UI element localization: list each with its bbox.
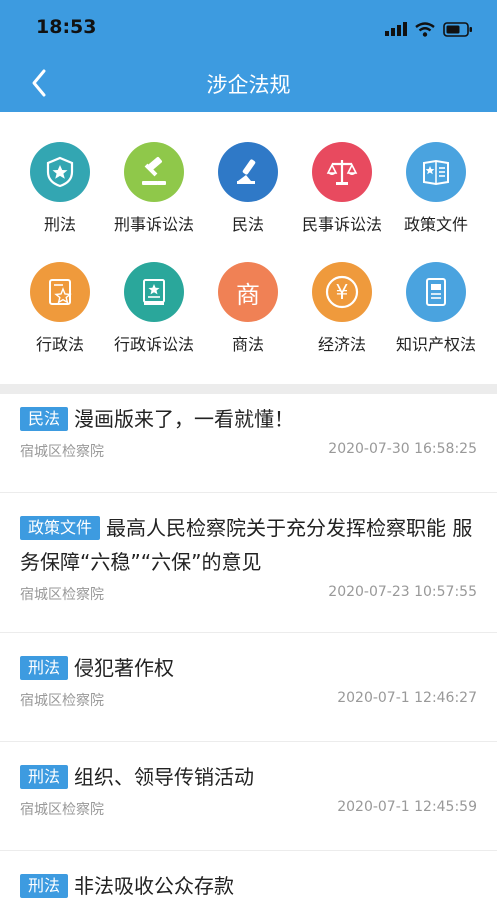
- yen-icon: ¥: [312, 262, 372, 322]
- article-source: 宿城区检察院: [20, 444, 104, 460]
- category-label: 刑事诉讼法: [113, 215, 194, 234]
- scales-icon: [312, 142, 372, 202]
- article-meta: 宿城区检察院 2020-07-23 10:57:55: [20, 584, 477, 604]
- book-star-icon: [124, 262, 184, 322]
- category-label: 知识产权法: [395, 335, 476, 354]
- list-item[interactable]: 刑法 非法吸收公众存款: [0, 851, 497, 911]
- category-tag: 刑法: [20, 656, 69, 680]
- article-title: 侵犯著作权: [74, 656, 175, 680]
- document-lines-icon: [406, 262, 466, 322]
- article-title-line: 民法 漫画版来了，一看就懂！: [20, 402, 477, 436]
- category-label: 政策文件: [403, 215, 468, 234]
- category-commercial-law[interactable]: 商 商法: [200, 262, 296, 355]
- category-civil-procedure[interactable]: 民事诉讼法: [294, 142, 390, 235]
- commerce-icon: 商: [218, 262, 278, 322]
- status-icons: [385, 19, 473, 39]
- wifi-icon: [415, 21, 435, 37]
- article-meta: 宿城区检察院 2020-07-1 12:46:27: [20, 690, 477, 710]
- list-item[interactable]: 刑法 侵犯著作权 宿城区检察院 2020-07-1 12:46:27: [0, 633, 497, 742]
- category-tag: 刑法: [20, 765, 69, 789]
- article-title-line: 刑法 组织、领导传销活动: [20, 760, 477, 794]
- article-title-line: 政策文件 最高人民检察院关于充分发挥检察职能 服务保障“六稳”“六保”的意见: [20, 511, 477, 579]
- article-source: 宿城区检察院: [20, 802, 104, 818]
- list-item[interactable]: 民法 漫画版来了，一看就懂！ 宿城区检察院 2020-07-30 16:58:25: [0, 394, 497, 493]
- category-label: 行政法: [35, 335, 84, 354]
- article-date: 2020-07-30 16:58:25: [328, 441, 477, 457]
- status-time: 18:53: [36, 16, 97, 38]
- article-title: 组织、领导传销活动: [74, 765, 255, 789]
- article-meta: 宿城区检察院 2020-07-1 12:45:59: [20, 799, 477, 819]
- article-source: 宿城区检察院: [20, 693, 104, 709]
- top-bar: 18:53 涉企法规: [0, 0, 497, 112]
- category-label: 刑法: [43, 215, 76, 234]
- stamp-icon: [218, 142, 278, 202]
- article-title: 非法吸收公众存款: [74, 874, 235, 898]
- signal-icon: [385, 22, 407, 36]
- category-label: 民事诉讼法: [301, 215, 382, 234]
- category-tag: 政策文件: [20, 516, 101, 540]
- category-intellectual-property[interactable]: 知识产权法: [388, 262, 484, 355]
- article-title-line: 刑法 侵犯著作权: [20, 651, 477, 685]
- article-meta: 宿城区检察院 2020-07-30 16:58:25: [20, 441, 477, 461]
- category-label: 民法: [231, 215, 264, 234]
- category-economic-law[interactable]: ¥ 经济法: [294, 262, 390, 355]
- battery-icon: [443, 21, 472, 37]
- category-label: 行政诉讼法: [113, 335, 194, 354]
- list-item[interactable]: 刑法 组织、领导传销活动 宿城区检察院 2020-07-1 12:45:59: [0, 742, 497, 851]
- category-administrative-procedure[interactable]: 行政诉讼法: [106, 262, 202, 355]
- category-tag: 民法: [20, 407, 69, 431]
- article-date: 2020-07-1 12:46:27: [337, 690, 477, 706]
- category-criminal-law[interactable]: 刑法: [12, 142, 108, 235]
- document-star-icon: [406, 142, 466, 202]
- commerce-glyph: 商: [236, 280, 260, 309]
- category-label: 经济法: [317, 335, 366, 354]
- article-title-line: 刑法 非法吸收公众存款: [20, 869, 477, 903]
- article-title: 漫画版来了，一看就懂！: [74, 407, 295, 431]
- nav-bar: 涉企法规: [0, 58, 497, 112]
- category-policy-documents[interactable]: 政策文件: [388, 142, 484, 235]
- section-divider: [0, 384, 497, 394]
- shield-star-icon: [30, 142, 90, 202]
- list-item[interactable]: 政策文件 最高人民检察院关于充分发挥检察职能 服务保障“六稳”“六保”的意见 宿城…: [0, 493, 497, 633]
- article-list: 民法 漫画版来了，一看就懂！ 宿城区检察院 2020-07-30 16:58:25…: [0, 394, 497, 911]
- category-label: 商法: [231, 335, 264, 354]
- page-title: 涉企法规: [206, 73, 291, 97]
- category-grid: 刑法 刑事诉讼法 民法 民事诉讼法 政策文件 行政法 行政诉讼法 商 商法 ¥ …: [0, 112, 497, 384]
- status-bar: 18:53: [0, 0, 497, 58]
- article-date: 2020-07-23 10:57:55: [328, 584, 477, 600]
- category-administrative-law[interactable]: 行政法: [12, 262, 108, 355]
- yen-glyph: ¥: [335, 280, 349, 304]
- gavel-icon: [124, 142, 184, 202]
- category-criminal-procedure[interactable]: 刑事诉讼法: [106, 142, 202, 235]
- category-civil-law[interactable]: 民法: [200, 142, 296, 235]
- certificate-star-icon: [30, 262, 90, 322]
- article-date: 2020-07-1 12:45:59: [337, 799, 477, 815]
- article-source: 宿城区检察院: [20, 587, 104, 603]
- category-tag: 刑法: [20, 874, 69, 898]
